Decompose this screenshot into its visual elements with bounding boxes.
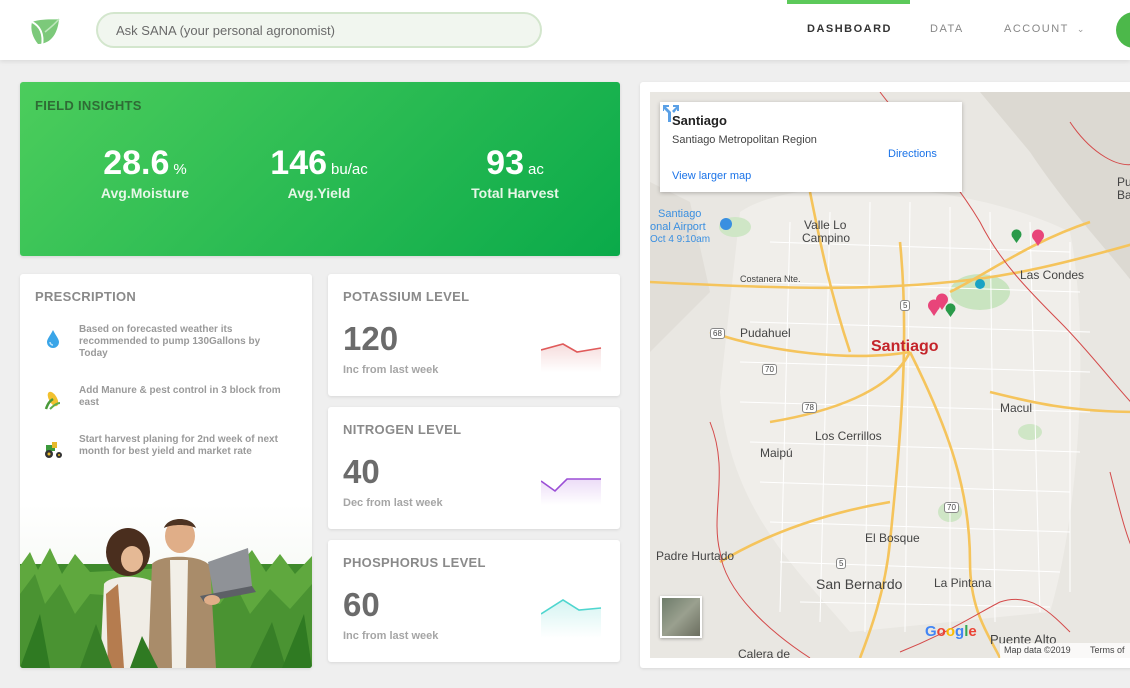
yield-label: Avg.Yield <box>287 185 351 201</box>
agronomist-search <box>96 12 542 48</box>
nitrogen-title: NITROGEN LEVEL <box>343 422 462 437</box>
info-subtitle: Santiago Metropolitan Region <box>672 134 817 146</box>
map-label: Maipú <box>760 446 793 460</box>
field-insights-card: FIELD INSIGHTS 28.6% Avg.Moisture 146 bu/… <box>20 82 620 256</box>
yield-unit: bu/ac <box>331 161 368 178</box>
harvest-value: 93 <box>486 144 524 182</box>
phosphorus-title: PHOSPHORUS LEVEL <box>343 555 486 570</box>
map-data-attribution: Map data ©2019 <box>1004 645 1071 655</box>
prescription-item-text: Start harvest planing for 2nd week of ne… <box>79 434 278 457</box>
metric-yield: 146 bu/ac Avg.Yield <box>244 144 394 201</box>
prescription-title: PRESCRIPTION <box>35 289 137 304</box>
potassium-sparkline <box>541 343 602 372</box>
nav-account[interactable]: ACCOUNT ⌄ <box>1004 23 1086 35</box>
map-label: Campino <box>802 231 851 245</box>
harvest-label: Total Harvest <box>471 185 559 201</box>
phosphorus-sparkline <box>541 599 602 638</box>
map-label: Pudahuel <box>740 326 791 340</box>
map-label: onal Airport <box>650 221 706 233</box>
phosphorus-level-card: PHOSPHORUS LEVEL 60 Inc from last week <box>328 540 620 662</box>
nitrogen-sparkline <box>541 478 601 505</box>
tractor-icon <box>45 442 62 458</box>
map-label: Macul <box>1000 401 1033 415</box>
leaf-logo-icon[interactable] <box>28 14 62 48</box>
map-label: Las Condes <box>1020 268 1085 282</box>
map-label: Calera de <box>738 647 791 658</box>
field-insights-title: FIELD INSIGHTS <box>35 98 142 113</box>
route-shield: 70 <box>762 364 777 375</box>
terms-link[interactable]: Terms of <box>1090 645 1125 655</box>
farmers-photo <box>20 504 312 668</box>
route-shield: 70 <box>944 502 959 513</box>
directions-icon[interactable] <box>660 102 682 124</box>
route-shield: 68 <box>710 328 725 339</box>
phosphorus-note: Inc from last week <box>343 630 439 642</box>
route-shield: 78 <box>802 402 817 413</box>
yield-value: 146 <box>270 144 328 182</box>
moisture-label: Avg.Moisture <box>100 185 190 201</box>
map-label: San Bernardo <box>816 576 903 592</box>
map-label: Valle Lo <box>804 218 847 232</box>
map-label: Los Cerrillos <box>815 429 882 443</box>
map-label: Oct 4 9:10am <box>650 234 711 245</box>
nitrogen-value: 40 <box>343 453 380 490</box>
corn-icon <box>44 391 61 410</box>
moisture-value: 28.6 <box>103 144 170 182</box>
santiago-map[interactable]: Santiago onal Airport Oct 4 9:10am Valle… <box>650 92 1130 658</box>
google-logo: Google <box>925 623 977 640</box>
potassium-value: 120 <box>343 320 399 357</box>
nitrogen-level-card: NITROGEN LEVEL 40 Dec from last week <box>328 407 620 529</box>
phosphorus-value: 60 <box>343 586 380 623</box>
active-nav-indicator <box>787 0 910 4</box>
top-navbar: DASHBOARD DATA ACCOUNT ⌄ <box>0 0 1130 60</box>
potassium-note: Inc from last week <box>343 364 439 376</box>
map-label: Ba <box>1117 188 1130 202</box>
satellite-toggle[interactable] <box>660 596 702 638</box>
map-card: Santiago onal Airport Oct 4 9:10am Valle… <box>640 82 1130 668</box>
harvest-unit: ac <box>527 161 544 178</box>
prescription-item-text: Add Manure & pest control in 3 block fro… <box>79 385 281 408</box>
metric-harvest: 93 ac Total Harvest <box>440 144 590 201</box>
route-shield: 5 <box>900 300 911 311</box>
potassium-level-card: POTASSIUM LEVEL 120 Inc from last week <box>328 274 620 396</box>
chevron-down-icon: ⌄ <box>1076 24 1086 34</box>
map-label: Santiago <box>658 208 702 220</box>
map-city-label: Santiago <box>871 338 939 355</box>
search-input[interactable] <box>98 14 540 46</box>
nav-dashboard[interactable]: DASHBOARD <box>807 23 892 35</box>
view-larger-map-link[interactable]: View larger map <box>672 170 751 182</box>
metric-moisture: 28.6% Avg.Moisture <box>70 144 220 201</box>
map-label: El Bosque <box>865 531 920 545</box>
prescription-card: PRESCRIPTION Based on forecasted weather… <box>20 274 312 668</box>
nitrogen-note: Dec from last week <box>343 497 443 509</box>
nav-data[interactable]: DATA <box>930 23 964 35</box>
map-label: Pu <box>1117 175 1130 189</box>
map-label: Padre Hurtado <box>656 549 735 563</box>
route-shield: 5 <box>836 558 847 569</box>
map-label: Costanera Nte. <box>740 274 801 284</box>
nav-account-label: ACCOUNT <box>1004 23 1069 35</box>
potassium-title: POTASSIUM LEVEL <box>343 289 470 304</box>
water-drop-icon <box>47 330 59 348</box>
moisture-unit: % <box>173 161 187 178</box>
avatar[interactable] <box>1116 12 1130 48</box>
directions-link[interactable]: Directions <box>888 148 937 160</box>
map-info-window: Santiago Santiago Metropolitan Region Di… <box>660 102 962 192</box>
prescription-item-text: Based on forecasted weather its recommen… <box>79 324 261 359</box>
map-label: La Pintana <box>934 576 992 590</box>
